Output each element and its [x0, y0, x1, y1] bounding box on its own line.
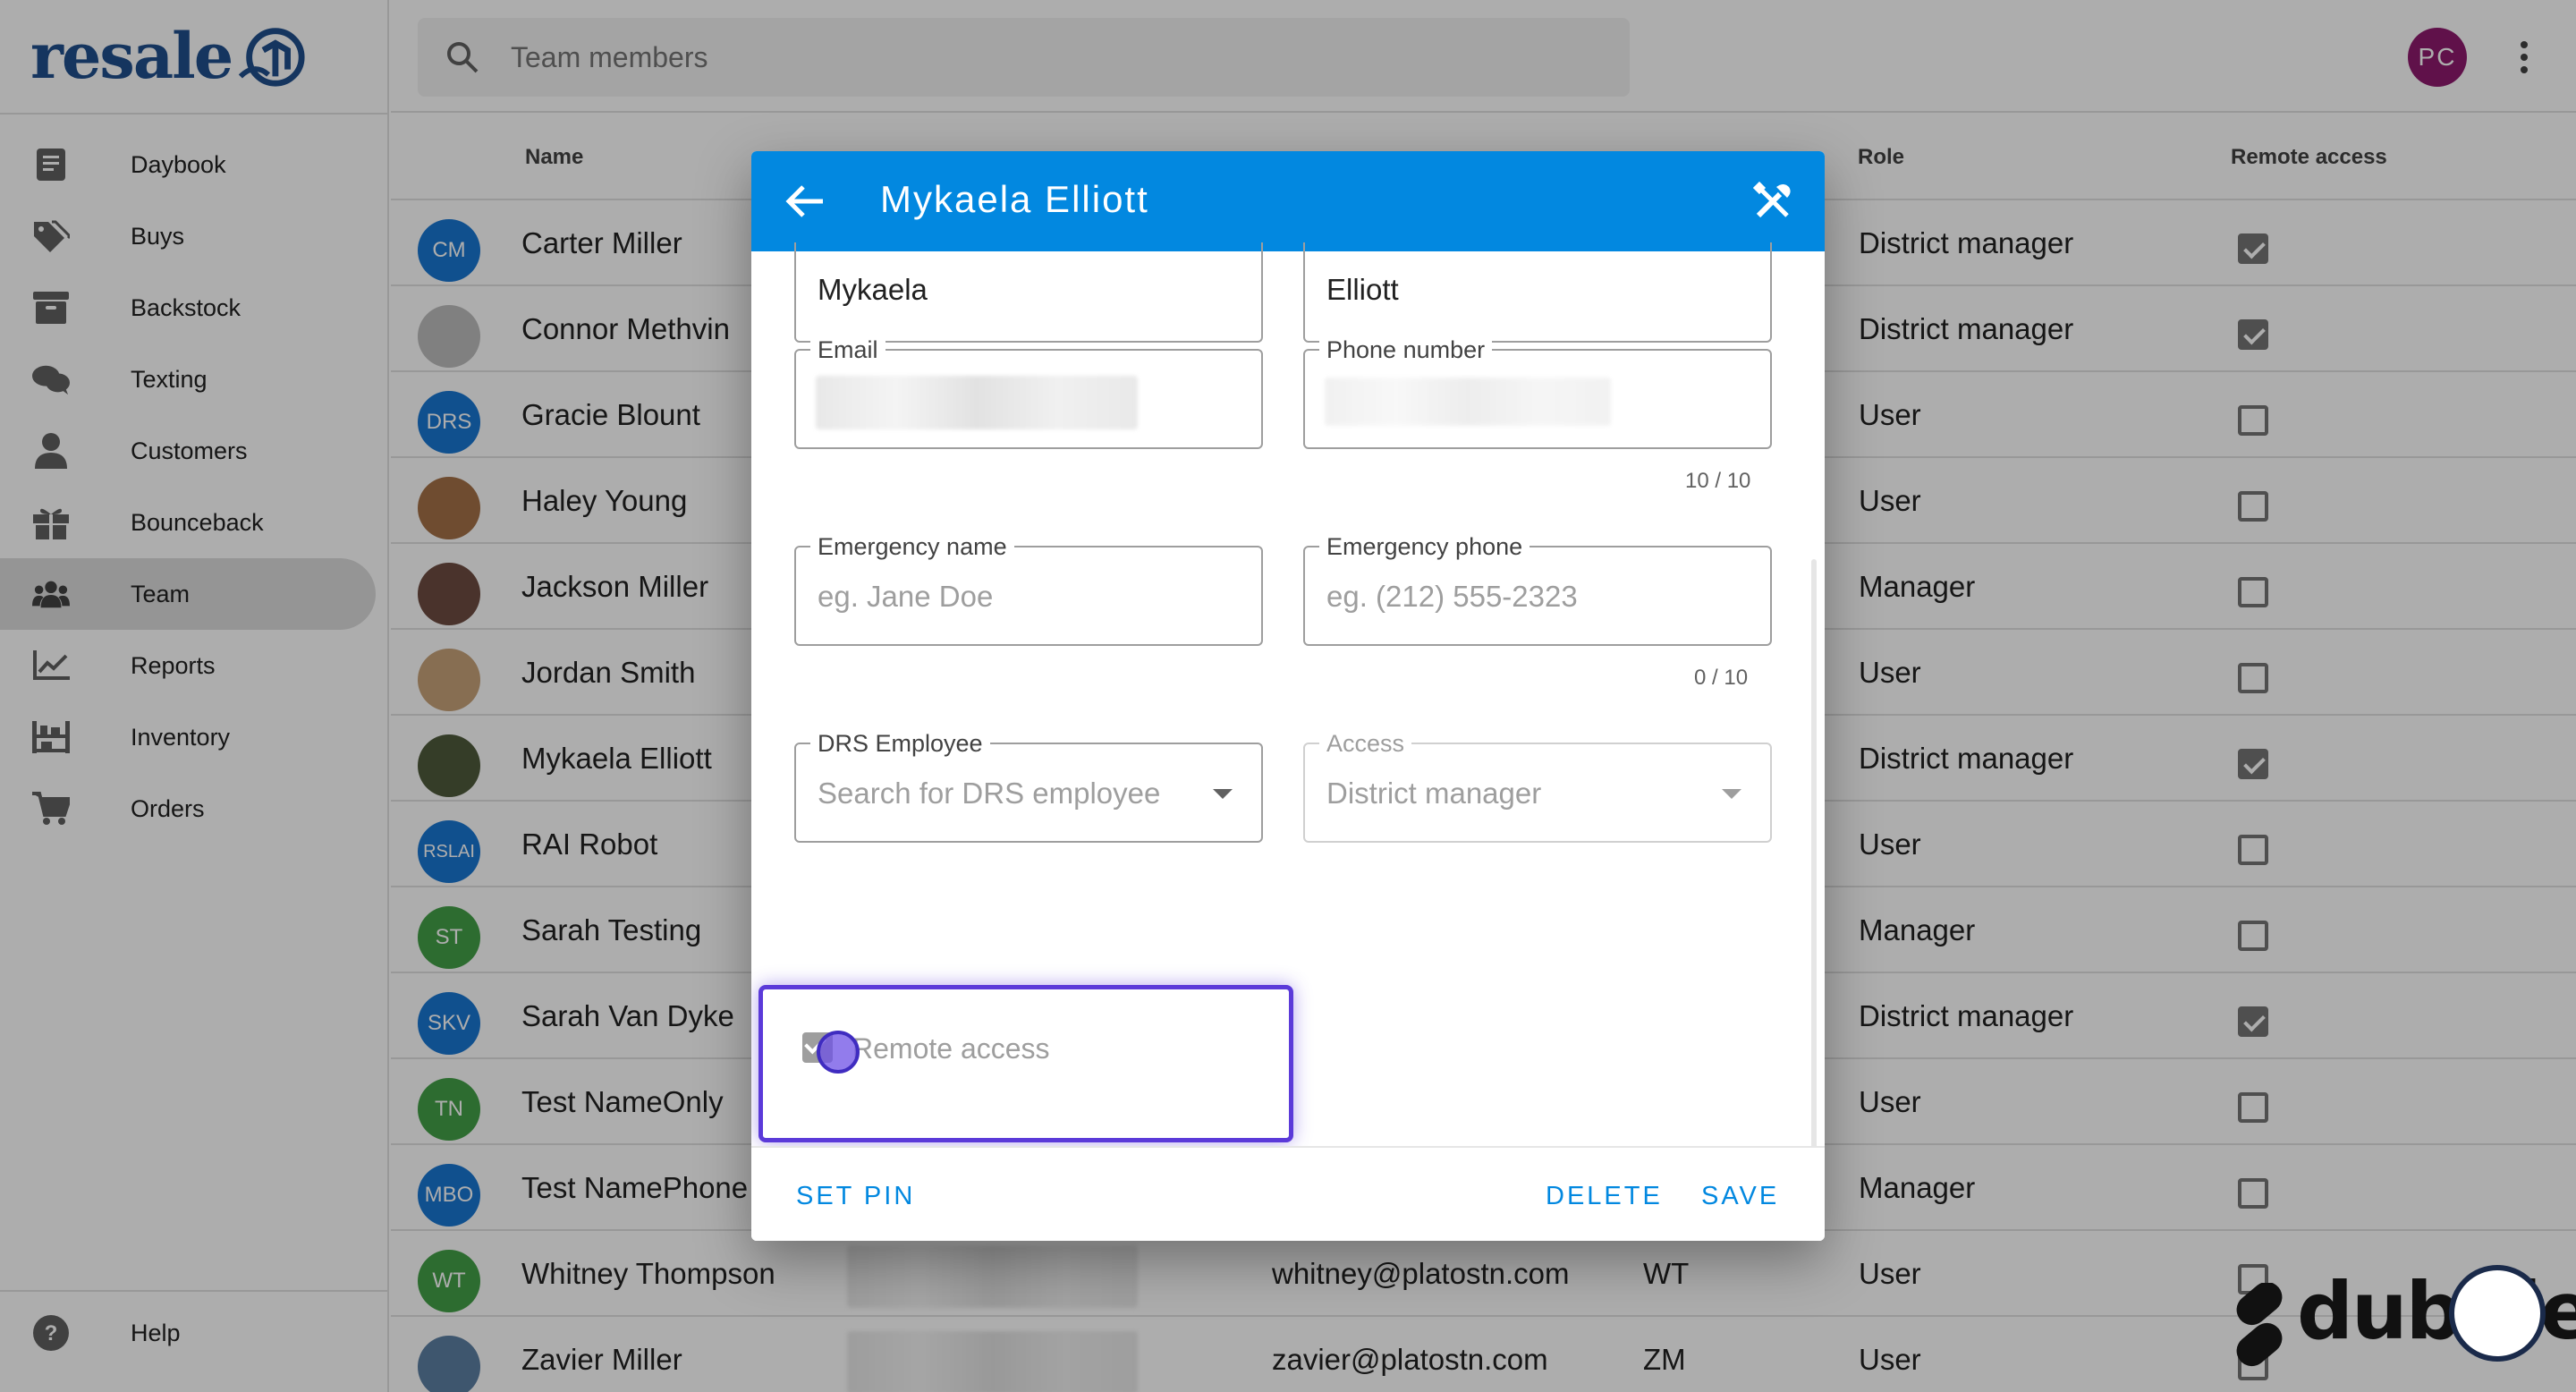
dubble-bubble	[2449, 1265, 2546, 1362]
last-name-field[interactable]: Elliott	[1303, 242, 1772, 343]
redacted-email	[816, 376, 1138, 429]
dropdown-arrow-icon	[1213, 789, 1233, 799]
email-label: Email	[810, 336, 886, 363]
edit-team-member-dialog: Mykaela Elliott Mykaela Elliott Email Ph…	[751, 151, 1825, 1241]
dialog-header: Mykaela Elliott	[751, 151, 1825, 251]
emergency-phone-field[interactable]: Emergency phone eg. (212) 555-2323	[1303, 533, 1772, 646]
emergency-phone-label: Emergency phone	[1319, 533, 1530, 560]
emergency-name-field[interactable]: Emergency name eg. Jane Doe	[794, 533, 1263, 646]
emergency-phone-placeholder: eg. (212) 555-2323	[1326, 580, 1578, 613]
arrow-back-icon[interactable]	[785, 183, 825, 219]
delete-button[interactable]: DELETE	[1546, 1182, 1663, 1211]
save-button[interactable]: SAVE	[1701, 1182, 1779, 1211]
last-name-value: Elliott	[1326, 273, 1399, 306]
first-name-field[interactable]: Mykaela	[794, 242, 1263, 343]
set-pin-button[interactable]: SET PIN	[796, 1182, 915, 1211]
remote-access-label: Remote access	[852, 1032, 1050, 1065]
dubble-logo-icon	[2236, 1283, 2283, 1367]
drs-employee-select[interactable]: DRS Employee Search for DRS employee	[794, 730, 1263, 843]
emergency-name-label: Emergency name	[810, 533, 1014, 560]
dropdown-arrow-icon	[1722, 789, 1741, 799]
emergency-name-placeholder: eg. Jane Doe	[818, 580, 994, 613]
phone-number-field[interactable]: Phone number	[1303, 336, 1772, 449]
phone-number-label: Phone number	[1319, 336, 1493, 363]
access-value: District manager	[1326, 777, 1542, 810]
dialog-scrollbar[interactable]	[1811, 559, 1817, 1185]
redacted-phone	[1325, 378, 1611, 426]
click-indicator	[817, 1031, 860, 1074]
tools-icon[interactable]	[1753, 182, 1792, 221]
access-label: Access	[1319, 730, 1412, 757]
drs-employee-placeholder: Search for DRS employee	[818, 777, 1161, 810]
access-select: Access District manager	[1303, 730, 1772, 843]
email-field-box[interactable]: Email	[794, 336, 1263, 449]
phone-counter: 10 / 10	[1685, 469, 1751, 493]
first-name-value: Mykaela	[818, 273, 928, 306]
emergency-phone-counter: 0 / 10	[1694, 666, 1749, 690]
dialog-footer: SET PIN DELETE SAVE	[751, 1146, 1825, 1241]
remote-access-highlight[interactable]: Remote access	[758, 985, 1293, 1142]
dialog-body: Mykaela Elliott Email Phone number 10 / …	[751, 242, 1825, 1185]
drs-employee-label: DRS Employee	[810, 730, 990, 757]
dialog-title: Mykaela Elliott	[880, 178, 1149, 220]
dubble-watermark: dubble	[2225, 1263, 2576, 1385]
